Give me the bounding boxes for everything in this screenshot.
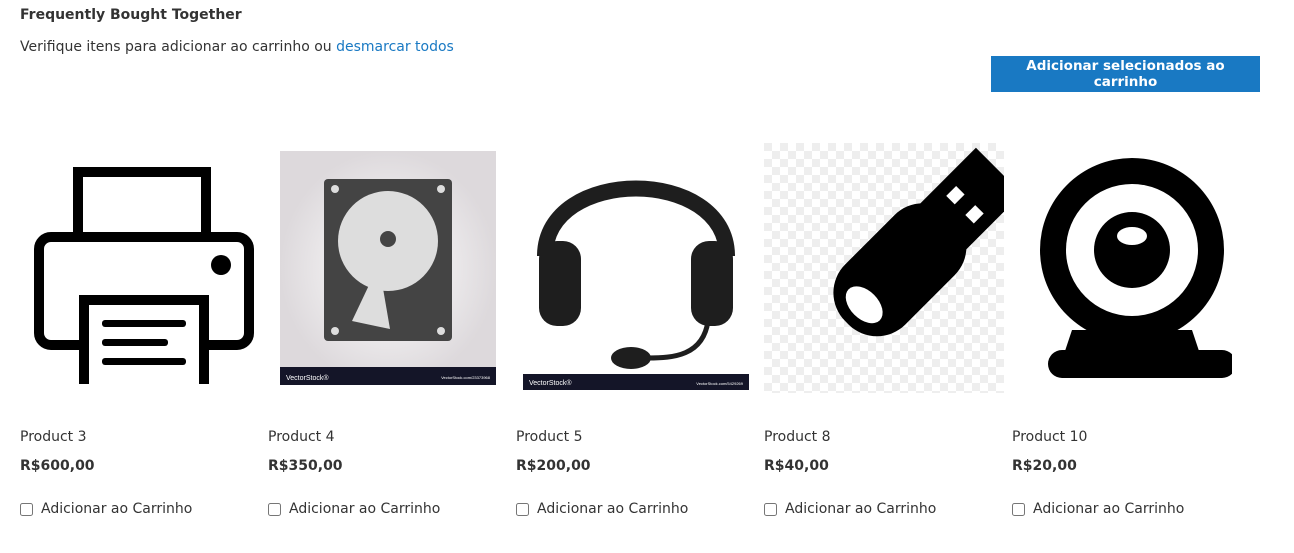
checkbox[interactable] xyxy=(1012,502,1025,516)
add-to-cart-checkbox[interactable]: Adicionar ao Carrinho xyxy=(1012,501,1184,517)
printer-icon xyxy=(34,167,254,384)
checkbox-label: Adicionar ao Carrinho xyxy=(289,501,441,517)
add-to-cart-checkbox[interactable]: Adicionar ao Carrinho xyxy=(516,501,688,517)
product-card: VectorStock® VectorStock.com/5429269 Pro… xyxy=(516,140,756,517)
checkbox-label: Adicionar ao Carrinho xyxy=(537,501,689,517)
product-name[interactable]: Product 4 xyxy=(268,429,335,445)
product-card: Product 3 R$600,00 Adicionar ao Carrinho xyxy=(20,140,260,517)
checkbox[interactable] xyxy=(20,502,33,516)
usb-drive-icon xyxy=(764,143,1004,393)
product-name[interactable]: Product 3 xyxy=(20,429,87,445)
watermark: VectorStock® xyxy=(286,374,329,382)
product-image[interactable] xyxy=(764,140,1004,396)
product-price: R$20,00 xyxy=(1012,458,1077,474)
checkbox[interactable] xyxy=(516,502,529,516)
product-image[interactable] xyxy=(1012,140,1252,396)
checkbox-label: Adicionar ao Carrinho xyxy=(41,501,193,517)
headset-icon: VectorStock® VectorStock.com/5429269 xyxy=(523,180,749,390)
product-card: Product 10 R$20,00 Adicionar ao Carrinho xyxy=(1012,140,1252,517)
section-title: Frequently Bought Together xyxy=(20,7,242,23)
watermark: VectorStock® xyxy=(529,379,572,387)
instructions-text: Verifique itens para adicionar ao carrin… xyxy=(20,39,332,55)
product-card: Product 8 R$40,00 Adicionar ao Carrinho xyxy=(764,140,1004,517)
hard-drive-icon: VectorStock® VectorStock.com/23373968 xyxy=(280,151,496,385)
unselect-all-link[interactable]: desmarcar todos xyxy=(336,39,454,55)
product-image[interactable]: VectorStock® VectorStock.com/23373968 xyxy=(268,140,508,396)
add-to-cart-checkbox[interactable]: Adicionar ao Carrinho xyxy=(20,501,192,517)
product-name[interactable]: Product 10 xyxy=(1012,429,1087,445)
product-card: VectorStock® VectorStock.com/23373968 Pr… xyxy=(268,140,508,517)
add-to-cart-checkbox[interactable]: Adicionar ao Carrinho xyxy=(764,501,936,517)
watermark-url: VectorStock.com/5429269 xyxy=(696,381,743,386)
product-price: R$200,00 xyxy=(516,458,591,474)
webcam-icon xyxy=(1040,158,1232,378)
add-to-cart-checkbox[interactable]: Adicionar ao Carrinho xyxy=(268,501,440,517)
product-name[interactable]: Product 8 xyxy=(764,429,831,445)
product-image[interactable] xyxy=(20,140,260,396)
product-name[interactable]: Product 5 xyxy=(516,429,583,445)
product-price: R$40,00 xyxy=(764,458,829,474)
watermark-url: VectorStock.com/23373968 xyxy=(441,375,491,380)
product-image[interactable]: VectorStock® VectorStock.com/5429269 xyxy=(516,140,756,396)
checkbox[interactable] xyxy=(268,502,281,516)
product-price: R$600,00 xyxy=(20,458,95,474)
checkbox-label: Adicionar ao Carrinho xyxy=(785,501,937,517)
add-selected-to-cart-button[interactable]: Adicionar selecionados ao carrinho xyxy=(991,56,1260,92)
checkbox[interactable] xyxy=(764,502,777,516)
product-price: R$350,00 xyxy=(268,458,343,474)
checkbox-label: Adicionar ao Carrinho xyxy=(1033,501,1185,517)
instructions: Verifique itens para adicionar ao carrin… xyxy=(20,39,454,55)
